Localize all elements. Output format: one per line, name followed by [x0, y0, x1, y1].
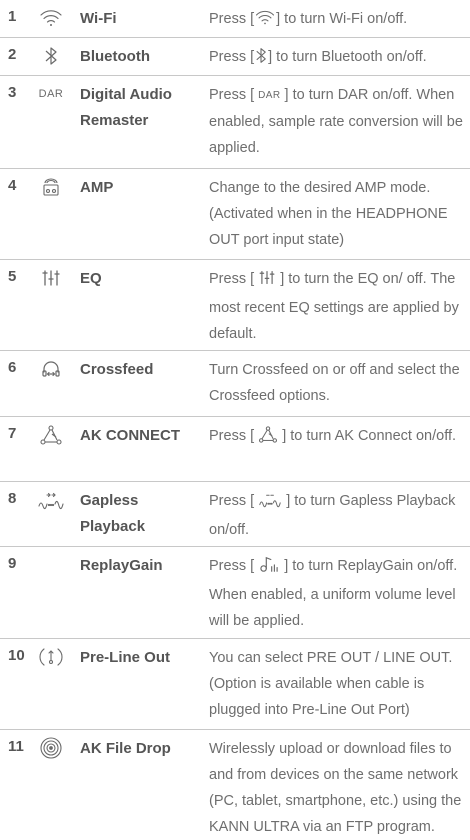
feature-name: AK CONNECT — [80, 427, 180, 444]
dar-icon: DAR — [258, 90, 281, 101]
desc-text: ] to turn Bluetooth on/off. — [268, 49, 427, 65]
table-row: 6 Crossfeed Turn Crossfeed on or off and… — [0, 351, 470, 417]
row-number: 8 — [8, 490, 17, 507]
bluetooth-icon — [38, 44, 64, 68]
dar-icon-label: DAR — [38, 88, 64, 100]
feature-name: Crossfeed — [80, 361, 154, 378]
table-row: 5 EQ Press [ ] to turn the EQ on/ off. T… — [0, 260, 470, 351]
desc-text: Press [ — [209, 493, 255, 509]
desc-text: Press [ — [209, 558, 255, 574]
table-row: 4 AMP Change to the desired AMP mode. (A… — [0, 169, 470, 260]
wifi-icon — [254, 9, 276, 35]
feature-name: Bluetooth — [80, 48, 150, 65]
row-number: 4 — [8, 177, 17, 194]
feature-description: Press [ ] to turn ReplayGain on/off. Whe… — [209, 553, 465, 634]
feature-description: Press [ DAR ] to turn DAR on/off. When e… — [209, 82, 465, 161]
desc-text: Press [ — [209, 271, 255, 287]
eq-icon — [258, 269, 276, 295]
desc-text: Press [ — [209, 49, 255, 65]
desc-text: ] to turn AK Connect on/off. — [282, 428, 457, 444]
feature-name: Pre-Line Out — [80, 649, 171, 666]
feature-name: ReplayGain — [80, 557, 163, 574]
crossfeed-icon — [38, 357, 64, 381]
eq-icon — [38, 266, 64, 290]
feature-name: AK File Drop — [80, 740, 171, 757]
feature-description: Turn Crossfeed on or off and select the … — [209, 362, 460, 404]
feature-description: Press [ ] to turn Gapless Playback on/of… — [209, 488, 465, 543]
ak-connect-icon — [258, 426, 278, 452]
table-row: 8 Gapless Playback Press [ ] to turn Gap… — [0, 482, 470, 547]
gapless-icon — [258, 491, 282, 517]
feature-description: Press [ ] to turn the EQ on/ off. The mo… — [209, 266, 465, 347]
desc-text: Press [ — [209, 428, 255, 444]
table-row: 11 AK File Drop Wirelessly upload or dow… — [0, 730, 470, 835]
row-number: 10 — [8, 647, 25, 664]
desc-text: ] to turn Wi-Fi on/off. — [276, 11, 408, 27]
table-row: 1 Wi-Fi Press [ ] to turn Wi-Fi on/off. — [0, 0, 470, 38]
desc-text: Press [ — [209, 87, 255, 103]
row-number: 9 — [8, 555, 17, 572]
feature-name: AMP — [80, 179, 114, 196]
row-number: 3 — [8, 84, 17, 101]
table-row: 7 AK CONNECT Press [ ] to turn AK Connec… — [0, 417, 470, 482]
table-row: 10 Pre-Line Out You can select PRE OUT /… — [0, 639, 470, 730]
table-row: 3 DAR Digital Audio Remaster Press [ DAR… — [0, 76, 470, 169]
pre-line-out-icon — [38, 645, 64, 669]
feature-name: Gapless Playback — [80, 492, 146, 535]
feature-description: Change to the desired AMP mode. (Activat… — [209, 180, 448, 248]
feature-description: Press [ ] to turn AK Connect on/off. — [209, 423, 465, 452]
row-number: 6 — [8, 359, 17, 376]
feature-name: Digital Audio Remaster — [80, 86, 172, 129]
row-number: 2 — [8, 46, 17, 63]
row-number: 7 — [8, 425, 17, 442]
wifi-icon — [38, 6, 64, 30]
row-number: 5 — [8, 268, 17, 285]
feature-description: You can select PRE OUT / LINE OUT. (Opti… — [209, 650, 453, 718]
desc-text: Press [ — [209, 11, 255, 27]
dar-icon: DAR — [38, 82, 64, 106]
bluetooth-icon — [254, 47, 268, 73]
table-row: 2 Bluetooth Press [ ] to turn Bluetooth o… — [0, 38, 470, 76]
row-number: 1 — [8, 8, 17, 25]
replaygain-icon — [258, 555, 280, 582]
amp-icon — [38, 175, 64, 199]
gapless-icon — [38, 488, 64, 512]
feature-name: EQ — [80, 270, 102, 287]
feature-description: Press [ ] to turn Wi-Fi on/off. — [209, 6, 465, 35]
row-number: 11 — [8, 738, 24, 755]
file-drop-icon — [38, 736, 64, 760]
table-row: 9 ReplayGain Press [ ] to turn ReplayGai… — [0, 547, 470, 639]
feature-table: 1 Wi-Fi Press [ ] to turn Wi-Fi on/off. 2… — [0, 0, 470, 835]
feature-name: Wi-Fi — [80, 10, 117, 27]
ak-connect-icon — [38, 423, 64, 447]
feature-description: Press [ ] to turn Bluetooth on/off. — [209, 44, 465, 73]
feature-description: Wirelessly upload or download files to a… — [209, 741, 462, 835]
